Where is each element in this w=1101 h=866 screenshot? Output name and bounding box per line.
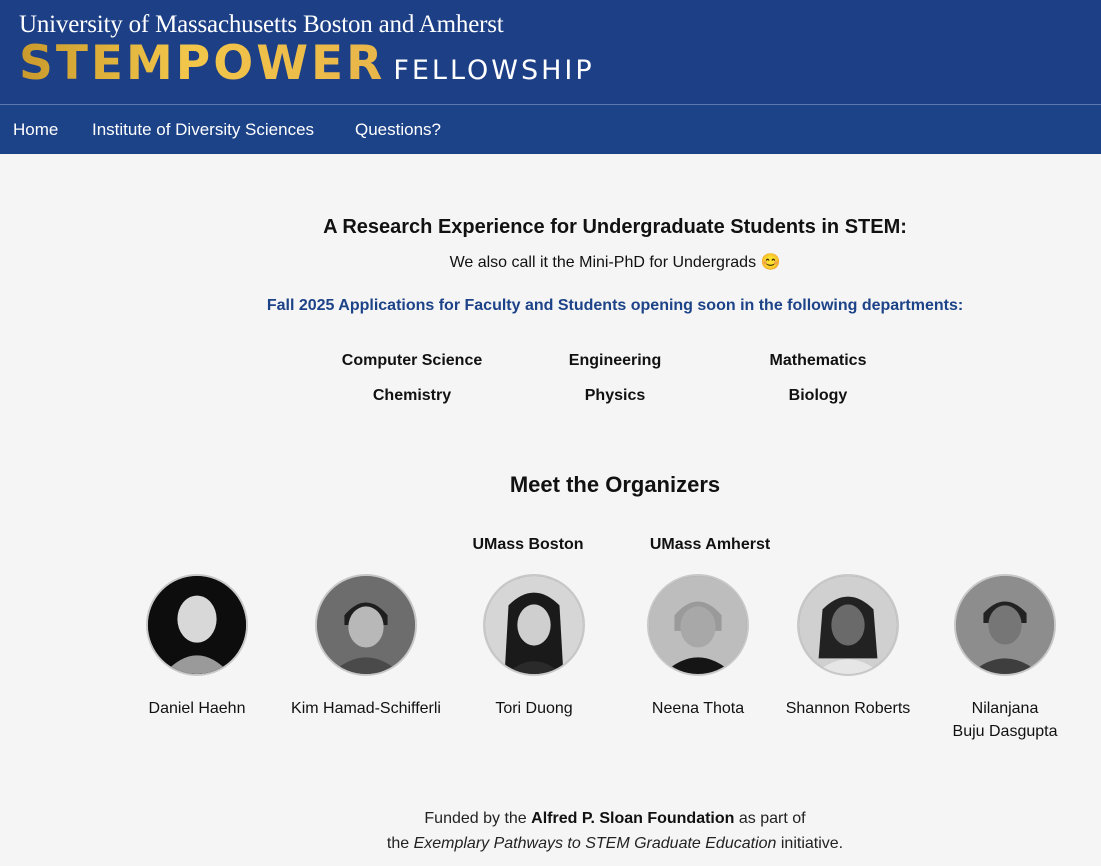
initiative-name: Exemplary Pathways to STEM Graduate Educ…	[413, 835, 777, 852]
funding-note: Funded by the Alfred P. Sloan Foundation…	[387, 806, 843, 856]
nav-questions[interactable]: Questions?	[355, 105, 441, 155]
campus-label-amherst: UMass Amherst	[649, 536, 771, 553]
funding-middle: as part of	[738, 810, 806, 827]
brand-subtitle: FELLOWSHIP	[393, 55, 595, 86]
campus-label-boston: UMass Boston	[472, 536, 584, 553]
avatar-nilanjana-buju-dasgupta	[954, 574, 1056, 676]
page-tagline: We also call it the Mini-PhD for Undergr…	[449, 254, 781, 271]
organizer-name-tori-duong: Tori Duong	[495, 700, 573, 717]
university-name: University of Massachusetts Boston and A…	[19, 11, 504, 38]
nav-home[interactable]: Home	[13, 105, 58, 155]
brand-title: STEMPOWER	[19, 36, 386, 91]
applications-notice: Fall 2025 Applications for Faculty and S…	[266, 297, 964, 314]
avatar-shannon-roberts	[797, 574, 899, 676]
department-mathematics: Mathematics	[769, 352, 867, 369]
organizer-name-line-2: Buju Dasgupta	[952, 723, 1058, 740]
avatar-daniel-haehn	[146, 574, 248, 676]
page-headline: A Research Experience for Undergraduate …	[323, 216, 907, 238]
funding-line-1: Funded by the Alfred P. Sloan Foundation…	[387, 806, 843, 831]
site-header: University of Massachusetts Boston and A…	[0, 0, 1101, 104]
funding-prefix: Funded by the	[424, 810, 527, 827]
department-computer-science: Computer Science	[341, 352, 483, 369]
avatar-tori-duong	[483, 574, 585, 676]
department-biology: Biology	[788, 387, 848, 404]
funding-line-2: the Exemplary Pathways to STEM Graduate …	[387, 831, 843, 856]
department-engineering: Engineering	[568, 352, 662, 369]
nav-institute-of-diversity-sciences[interactable]: Institute of Diversity Sciences	[92, 105, 314, 155]
site-logo[interactable]: STEMPOWER FELLOWSHIP	[19, 36, 595, 91]
organizer-name-line-1: Nilanjana	[971, 700, 1039, 717]
funding-line2-prefix: the	[386, 835, 410, 852]
department-physics: Physics	[584, 387, 646, 404]
funding-suffix: initiative.	[780, 835, 844, 852]
sponsor-name: Alfred P. Sloan Foundation	[531, 810, 735, 827]
organizers-heading: Meet the Organizers	[509, 472, 721, 497]
organizer-name-shannon-roberts: Shannon Roberts	[785, 700, 911, 717]
organizer-name-nilanjana-buju-dasgupta: Nilanjana Buju Dasgupta	[953, 697, 1058, 743]
organizer-name-neena-thota: Neena Thota	[651, 700, 745, 717]
main-nav: Home Institute of Diversity Sciences Que…	[0, 104, 1101, 154]
department-chemistry: Chemistry	[372, 387, 452, 404]
organizer-name-kim-hamad-schifferli: Kim Hamad-Schifferli	[291, 700, 441, 717]
organizer-name-daniel-haehn: Daniel Haehn	[148, 700, 246, 717]
avatar-kim-hamad-schifferli	[315, 574, 417, 676]
avatar-neena-thota	[647, 574, 749, 676]
